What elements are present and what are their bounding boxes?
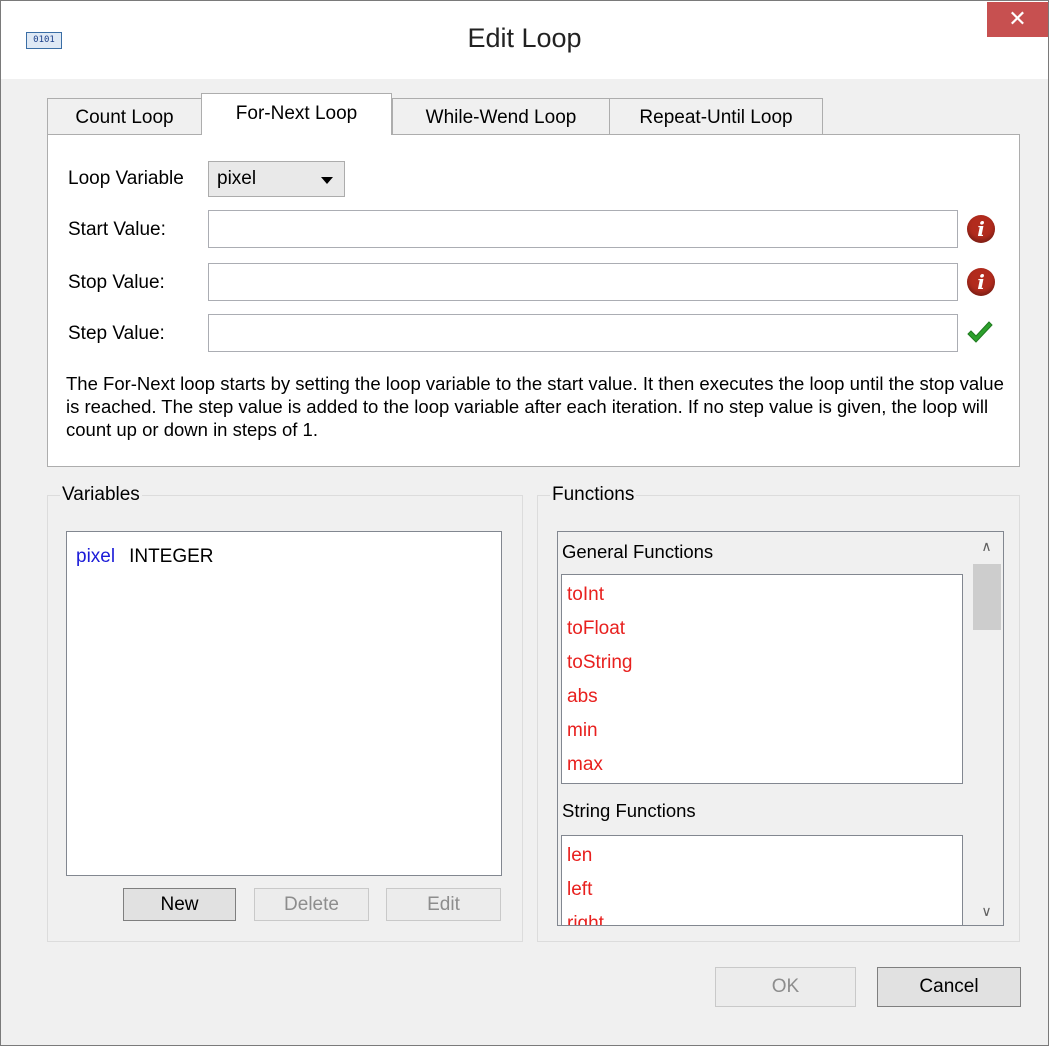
edit-loop-dialog: 0101 Edit Loop ✕ Count Loop For-Next Loo… (0, 0, 1049, 1046)
function-item-len[interactable]: len (567, 845, 592, 867)
stop-value-input[interactable] (208, 263, 958, 301)
category-title-general: General Functions (562, 541, 714, 562)
functions-group-title: Functions (550, 484, 637, 506)
tab-while-wend-loop[interactable]: While-Wend Loop (392, 98, 610, 134)
loop-variable-value: pixel (217, 168, 257, 189)
for-next-panel: Loop Variable pixel Start Value: i Stop … (47, 134, 1020, 467)
step-value-label: Step Value: (68, 323, 165, 344)
close-button[interactable]: ✕ (987, 2, 1048, 37)
loop-description: The For-Next loop starts by setting the … (66, 373, 1004, 440)
variable-item[interactable]: pixel INTEGER (76, 546, 214, 568)
functions-scroll-area[interactable]: General Functions toInt toFloat toString… (557, 531, 1004, 926)
stop-value-label: Stop Value: (68, 272, 165, 293)
variable-type: INTEGER (129, 546, 214, 567)
start-value-error-icon: i (967, 215, 995, 243)
string-functions-list[interactable]: len left right (561, 835, 963, 925)
general-functions-list[interactable]: toInt toFloat toString abs min max (561, 574, 963, 784)
function-item-min[interactable]: min (567, 720, 598, 742)
variables-group: Variables pixel INTEGER New Delete Edit (47, 484, 523, 942)
function-item-left[interactable]: left (567, 879, 592, 901)
functions-group: Functions General Functions toInt toFloa… (537, 484, 1020, 942)
function-item-toint[interactable]: toInt (567, 584, 604, 606)
function-item-tofloat[interactable]: toFloat (567, 618, 625, 640)
new-variable-button[interactable]: New (123, 888, 236, 921)
function-item-right[interactable]: right (567, 913, 604, 925)
function-item-abs[interactable]: abs (567, 686, 598, 708)
step-value-ok-icon (967, 321, 993, 343)
delete-variable-button[interactable]: Delete (254, 888, 369, 921)
edit-variable-button[interactable]: Edit (386, 888, 501, 921)
cancel-button[interactable]: Cancel (877, 967, 1021, 1007)
title-bar: 0101 Edit Loop ✕ (1, 1, 1048, 79)
dropdown-arrow-icon (321, 177, 333, 184)
window-title: Edit Loop (467, 23, 582, 53)
tab-count-loop[interactable]: Count Loop (47, 98, 202, 134)
scroll-down-icon[interactable]: ∨ (970, 897, 1003, 925)
loop-variable-select[interactable]: pixel (208, 161, 345, 197)
ok-button[interactable]: OK (715, 967, 856, 1007)
tab-repeat-until-loop[interactable]: Repeat-Until Loop (609, 98, 823, 134)
scroll-thumb[interactable] (973, 564, 1001, 630)
variable-name: pixel (76, 546, 116, 567)
start-value-label: Start Value: (68, 219, 166, 240)
scroll-up-icon[interactable]: ∧ (970, 532, 1003, 560)
functions-scrollbar[interactable]: ∧ ∨ (970, 532, 1003, 925)
category-title-string: String Functions (562, 800, 696, 821)
variables-list[interactable]: pixel INTEGER (66, 531, 502, 876)
tab-for-next-loop[interactable]: For-Next Loop (201, 93, 392, 135)
function-item-max[interactable]: max (567, 754, 603, 776)
stop-value-error-icon: i (967, 268, 995, 296)
function-item-tostring[interactable]: toString (567, 652, 632, 674)
start-value-input[interactable] (208, 210, 958, 248)
variables-group-title: Variables (60, 484, 142, 506)
loop-variable-label: Loop Variable (68, 168, 184, 189)
step-value-input[interactable] (208, 314, 958, 352)
